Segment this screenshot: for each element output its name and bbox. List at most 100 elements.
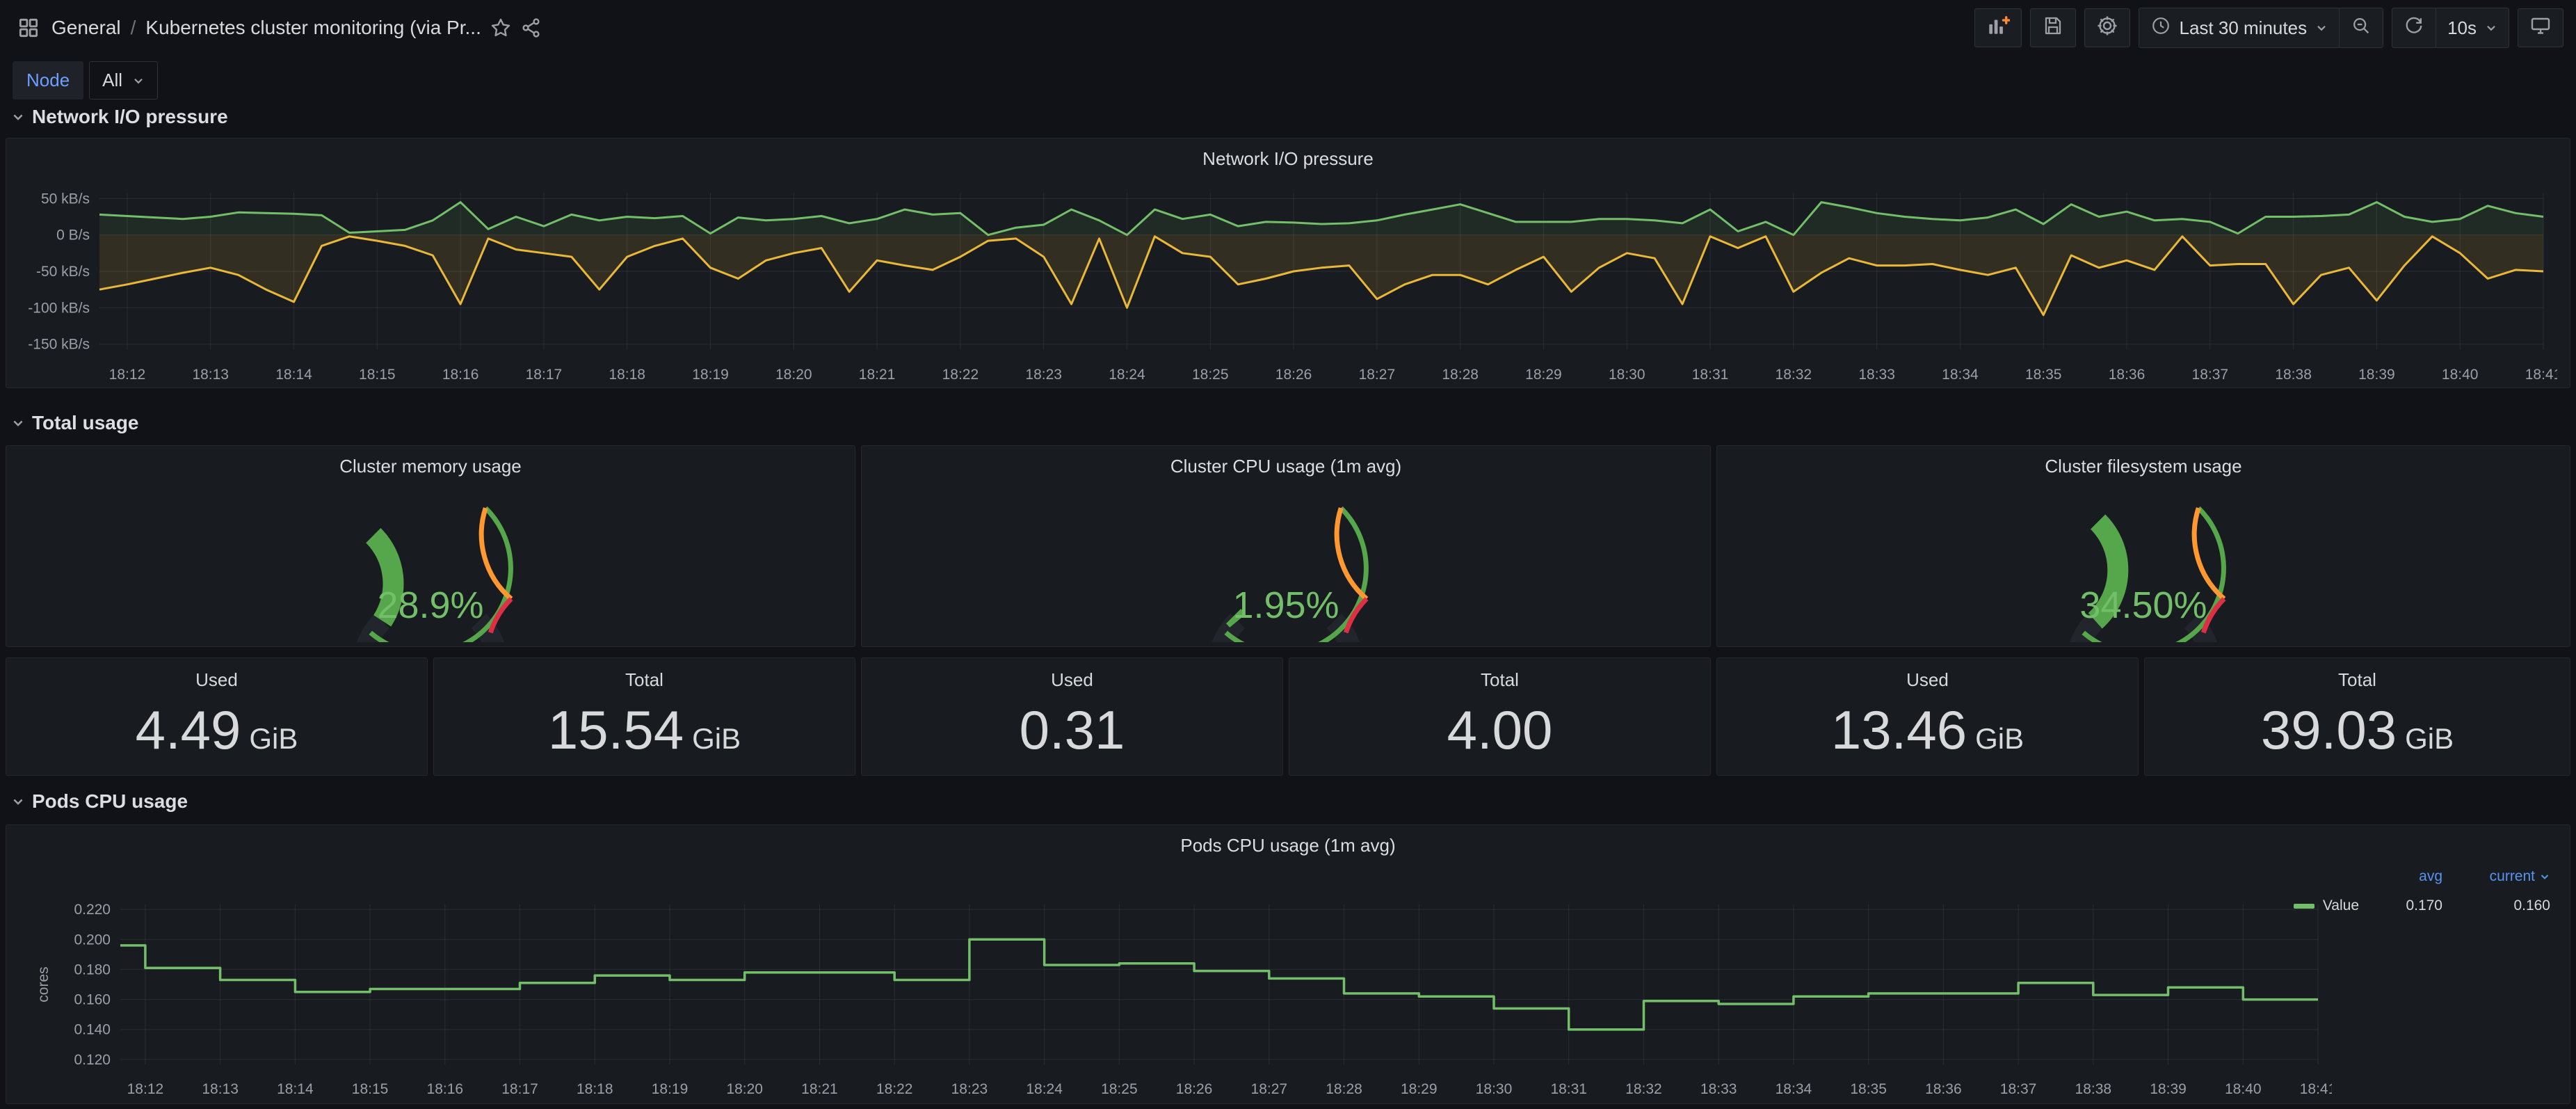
breadcrumb-separator: / <box>131 17 136 39</box>
apps-grid-icon[interactable] <box>13 12 45 44</box>
legend-series-value[interactable]: Value <box>2294 897 2359 914</box>
template-variables-bar: Node All <box>13 61 158 99</box>
legend-avg-value: 0.170 <box>2406 897 2442 914</box>
stat-value: 13.46 GiB <box>1717 699 2138 762</box>
svg-text:18:40: 18:40 <box>2225 1081 2262 1097</box>
stat-label[interactable]: Used <box>6 669 427 691</box>
stat-value: 4.49 GiB <box>6 699 427 762</box>
svg-text:18:22: 18:22 <box>876 1081 913 1097</box>
svg-text:18:41: 18:41 <box>2525 367 2557 383</box>
time-range-label: Last 30 minutes <box>2180 17 2308 39</box>
stat-value: 39.03 GiB <box>2145 699 2570 762</box>
chevron-down-icon <box>2539 871 2550 882</box>
svg-text:18:24: 18:24 <box>1026 1081 1063 1097</box>
svg-text:18:20: 18:20 <box>726 1081 763 1097</box>
zoom-out-icon <box>2351 15 2372 41</box>
panel-title[interactable]: Cluster filesystem usage <box>1717 456 2570 477</box>
row-header-pods-cpu[interactable]: Pods CPU usage <box>11 790 188 813</box>
chart-legend: avg current Value 0.170 0.160 <box>2294 868 2550 914</box>
legend-series-label: Value <box>2323 897 2359 914</box>
panel-stat-fs-total: Total 39.03 GiB <box>2144 657 2570 776</box>
stat-label[interactable]: Total <box>2145 669 2570 691</box>
gauge-value: 34.50% <box>1717 584 2570 627</box>
panel-title[interactable]: Network I/O pressure <box>6 148 2570 170</box>
stat-number: 13.46 <box>1831 699 1967 762</box>
svg-text:18:35: 18:35 <box>2025 367 2062 383</box>
svg-text:18:22: 18:22 <box>942 367 979 383</box>
stat-value: 4.00 <box>1289 699 1710 762</box>
svg-text:18:27: 18:27 <box>1251 1081 1288 1097</box>
svg-text:18:18: 18:18 <box>577 1081 613 1097</box>
svg-text:0.140: 0.140 <box>74 1022 111 1038</box>
svg-text:18:30: 18:30 <box>1609 367 1645 383</box>
time-range-picker[interactable]: Last 30 minutes <box>2139 8 2340 47</box>
svg-text:18:15: 18:15 <box>359 367 396 383</box>
svg-text:18:31: 18:31 <box>1550 1081 1587 1097</box>
svg-text:18:13: 18:13 <box>202 1081 239 1097</box>
svg-text:18:14: 18:14 <box>275 367 312 383</box>
svg-text:-50 kB/s: -50 kB/s <box>36 264 90 280</box>
kiosk-mode-button[interactable] <box>2518 8 2563 47</box>
panel-pods-cpu-usage: Pods CPU usage (1m avg) 18:1218:1318:141… <box>6 824 2570 1104</box>
svg-text:18:29: 18:29 <box>1525 367 1562 383</box>
stat-label[interactable]: Total <box>434 669 855 691</box>
panel-title[interactable]: Pods CPU usage (1m avg) <box>6 835 2570 856</box>
stat-number: 4.49 <box>136 699 241 762</box>
svg-text:18:33: 18:33 <box>1858 367 1895 383</box>
stat-number: 39.03 <box>2261 699 2397 762</box>
breadcrumb-dashboard-title[interactable]: Kubernetes cluster monitoring (via Pr... <box>145 17 481 39</box>
panel-title[interactable]: Cluster memory usage <box>6 456 855 477</box>
star-icon[interactable] <box>485 13 516 43</box>
stat-label[interactable]: Used <box>1717 669 2138 691</box>
svg-text:18:27: 18:27 <box>1359 367 1396 383</box>
legend-sort-current[interactable]: current <box>2490 868 2550 885</box>
svg-text:18:16: 18:16 <box>427 1081 464 1097</box>
panel-cluster-memory-usage: Cluster memory usage 28.9% <box>6 445 855 647</box>
gauge-value: 1.95% <box>862 584 1710 627</box>
stat-unit: GiB <box>692 722 741 756</box>
refresh-button[interactable] <box>2392 8 2436 47</box>
gauge-value: 28.9% <box>6 584 855 627</box>
add-panel-button[interactable] <box>1974 8 2022 47</box>
save-dashboard-button[interactable] <box>2030 8 2076 47</box>
grafana-dashboard: General / Kubernetes cluster monitoring … <box>0 0 2576 1109</box>
svg-text:18:36: 18:36 <box>1925 1081 1962 1097</box>
network-io-chart[interactable]: 18:1218:1318:1418:1518:1618:1718:1818:19… <box>16 179 2557 385</box>
svg-text:cores: cores <box>35 966 51 1002</box>
pods-cpu-chart[interactable]: 18:1218:1318:1418:1518:1618:1718:1818:19… <box>16 895 2332 1103</box>
panel-stat-cpu-used: Used 0.31 <box>861 657 1283 776</box>
variable-node-select[interactable]: All <box>89 61 158 99</box>
stat-label[interactable]: Used <box>862 669 1282 691</box>
svg-text:18:19: 18:19 <box>652 1081 689 1097</box>
stat-unit: GiB <box>249 722 298 756</box>
svg-text:18:18: 18:18 <box>609 367 645 383</box>
row-header-network-io[interactable]: Network I/O pressure <box>11 106 228 128</box>
refresh-interval-picker[interactable]: 10s <box>2436 8 2509 47</box>
panel-title[interactable]: Cluster CPU usage (1m avg) <box>862 456 1710 477</box>
svg-text:18:23: 18:23 <box>951 1081 988 1097</box>
svg-text:18:28: 18:28 <box>1442 367 1479 383</box>
dashboard-toolbar: Last 30 minutes <box>1974 8 2563 48</box>
panel-stat-memory-total: Total 15.54 GiB <box>433 657 855 776</box>
svg-text:18:39: 18:39 <box>2150 1081 2187 1097</box>
svg-text:0.220: 0.220 <box>74 902 111 918</box>
breadcrumb-folder[interactable]: General <box>51 17 121 39</box>
legend-sort-avg[interactable]: avg <box>2419 868 2442 885</box>
svg-text:18:37: 18:37 <box>2192 367 2229 383</box>
svg-text:0.120: 0.120 <box>74 1052 111 1068</box>
zoom-out-time-button[interactable] <box>2340 8 2383 47</box>
share-icon[interactable] <box>516 13 547 43</box>
stat-label[interactable]: Total <box>1289 669 1710 691</box>
panel-stat-cpu-total: Total 4.00 <box>1289 657 1711 776</box>
monitor-icon <box>2529 15 2552 42</box>
dashboard-header: General / Kubernetes cluster monitoring … <box>0 0 2576 56</box>
chevron-down-icon <box>11 110 25 124</box>
svg-text:18:25: 18:25 <box>1192 367 1229 383</box>
row-title: Total usage <box>32 412 139 434</box>
svg-text:18:26: 18:26 <box>1176 1081 1213 1097</box>
svg-text:18:39: 18:39 <box>2358 367 2395 383</box>
dashboard-settings-button[interactable] <box>2084 8 2130 47</box>
row-header-total-usage[interactable]: Total usage <box>11 412 139 434</box>
series-color-swatch <box>2294 904 2315 909</box>
svg-text:18:38: 18:38 <box>2075 1081 2112 1097</box>
